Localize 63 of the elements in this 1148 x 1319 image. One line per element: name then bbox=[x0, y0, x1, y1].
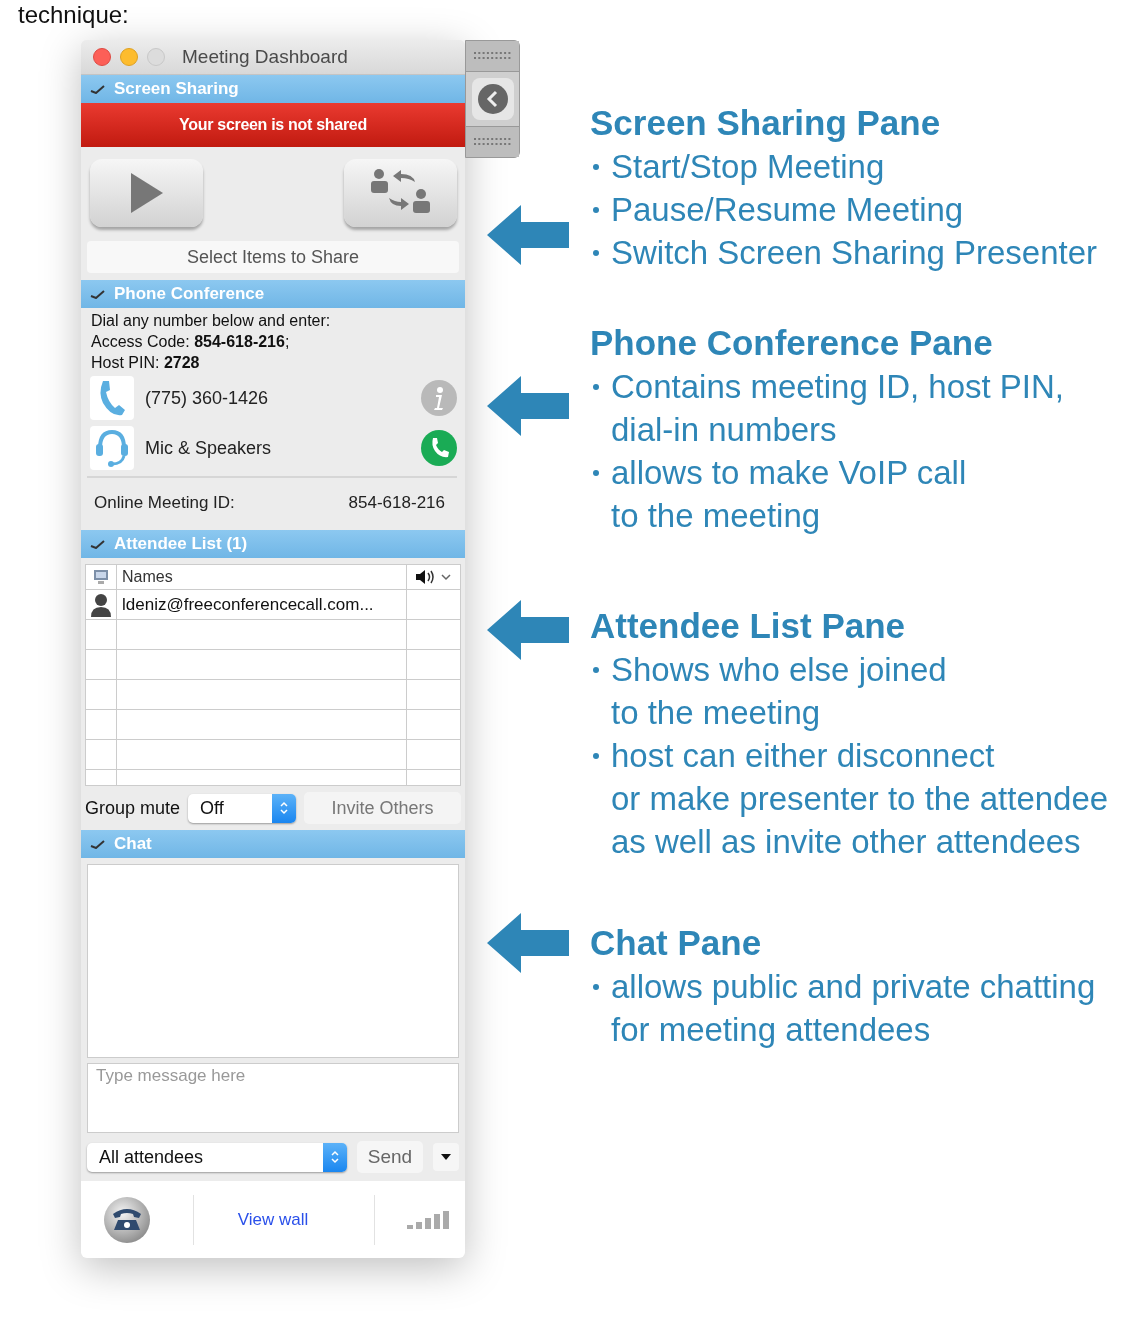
send-button[interactable]: Send bbox=[357, 1141, 423, 1173]
annotation-text: host can either disconnect or make presenter to the attendee as well as invite other attendees bbox=[611, 736, 1109, 862]
collapse-panel-button[interactable] bbox=[471, 78, 514, 120]
play-button[interactable] bbox=[90, 159, 203, 227]
recipient-dropdown[interactable]: All attendees bbox=[87, 1142, 347, 1172]
collapse-icon bbox=[90, 839, 106, 849]
annotation-text: Start/Stop Meeting bbox=[611, 147, 885, 187]
group-mute-dropdown[interactable]: Off bbox=[188, 793, 297, 823]
headset-icon bbox=[94, 428, 130, 468]
invite-others-button[interactable]: Invite Others bbox=[304, 792, 461, 824]
close-icon[interactable] bbox=[93, 48, 111, 66]
host-pin: Host PIN: 2728 bbox=[91, 353, 201, 373]
telephone-globe-icon[interactable] bbox=[103, 1195, 151, 1244]
caption-text: technique: bbox=[17, 0, 130, 30]
bullet-icon bbox=[593, 207, 599, 213]
status-banner: Your screen is not shared bbox=[81, 103, 465, 147]
stepper-icon bbox=[279, 800, 290, 816]
signal-bars-icon bbox=[407, 1210, 449, 1229]
dial-instructions: Dial any number below and enter: bbox=[91, 311, 332, 331]
attendee-name[interactable]: ldeniz@freeconferencecall.com... bbox=[117, 590, 407, 619]
meeting-id-label: Online Meeting ID: bbox=[94, 493, 235, 513]
dial-in-label: (775) 360-1426 bbox=[145, 387, 270, 409]
annotation-text: Pause/Resume Meeting bbox=[611, 190, 964, 230]
bullet-icon bbox=[593, 753, 599, 759]
play-icon bbox=[128, 171, 165, 215]
window-title: Meeting Dashboard bbox=[182, 46, 348, 68]
caret-icon bbox=[441, 1154, 451, 1160]
bullet-icon bbox=[593, 667, 599, 673]
group-mute-label: Group mute bbox=[85, 797, 181, 819]
info-icon[interactable] bbox=[421, 380, 457, 416]
call-icon[interactable] bbox=[421, 430, 457, 466]
grip-icon[interactable] bbox=[473, 52, 512, 60]
bullet-icon bbox=[593, 384, 599, 390]
send-options-button[interactable] bbox=[433, 1143, 459, 1171]
speaker-dropdown-icon[interactable] bbox=[414, 569, 453, 585]
grip-icon[interactable] bbox=[473, 138, 512, 146]
select-items-button[interactable]: Select Items to Share bbox=[87, 241, 459, 273]
collapse-icon bbox=[90, 84, 106, 94]
annotation-text: allows public and private chatting for meeting attendees bbox=[611, 967, 1096, 1050]
bullet-icon bbox=[593, 984, 599, 990]
monitor-icon bbox=[93, 569, 109, 585]
bullet-icon bbox=[593, 470, 599, 476]
view-wall-link[interactable]: View wall bbox=[214, 1209, 332, 1230]
message-field[interactable]: Type message here bbox=[87, 1063, 459, 1133]
minimize-icon[interactable] bbox=[120, 48, 138, 66]
access-code: Access Code: 854-618-216; bbox=[91, 332, 291, 352]
annotation-text: Switch Screen Sharing Presenter bbox=[611, 233, 1098, 273]
annotation-text: allows to make VoIP call to the meeting bbox=[611, 453, 967, 536]
person-icon bbox=[90, 592, 112, 617]
column-header[interactable]: Names bbox=[117, 565, 407, 589]
stepper-icon bbox=[330, 1149, 340, 1165]
collapse-icon bbox=[90, 539, 106, 549]
collapse-icon bbox=[90, 289, 106, 299]
annotation-title: Attendee List Pane bbox=[590, 605, 907, 647]
dial-in-label: Mic & Speakers bbox=[145, 437, 273, 459]
bullet-icon bbox=[593, 250, 599, 256]
phone-handset-icon bbox=[97, 379, 127, 417]
annotation-title: Chat Pane bbox=[590, 922, 763, 964]
bullet-icon bbox=[593, 164, 599, 170]
annotation-title: Phone Conference Pane bbox=[590, 322, 994, 364]
meeting-id-value: 854-618-216 bbox=[348, 493, 445, 513]
annotation-title: Screen Sharing Pane bbox=[590, 102, 942, 144]
switch-presenter-button[interactable] bbox=[344, 159, 457, 227]
